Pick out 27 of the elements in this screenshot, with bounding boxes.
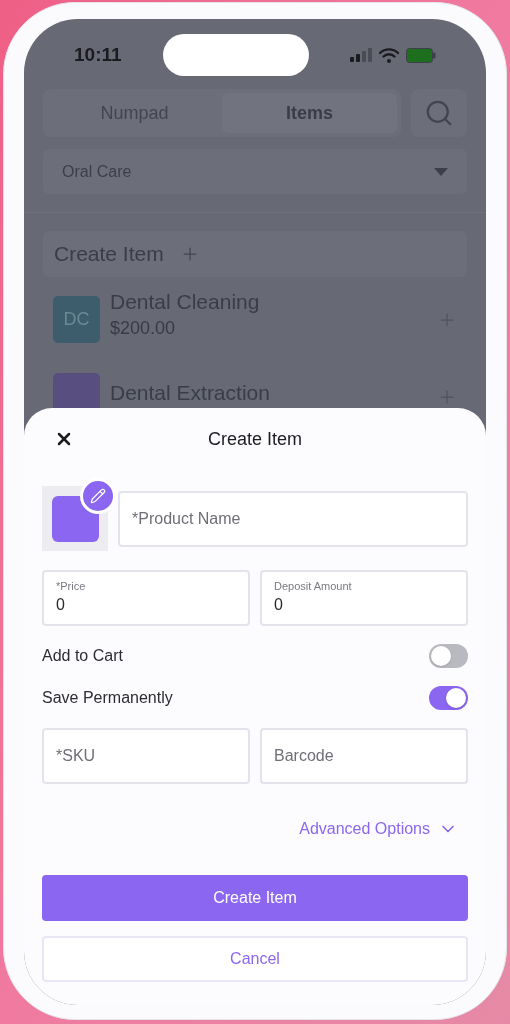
product-name-field[interactable]: *Product Name (118, 490, 468, 547)
advanced-options-toggle[interactable]: Advanced Options (299, 817, 458, 841)
toggle-label: Save Permanently (42, 688, 173, 708)
cancel-button[interactable]: Cancel (42, 936, 468, 982)
field-value: 0 (56, 595, 66, 615)
amount-field[interactable]: *Price 0 (42, 570, 250, 626)
create-item-button[interactable]: Create Item (42, 875, 468, 921)
toggle-switch[interactable] (429, 644, 468, 668)
field-label: Deposit Amount (274, 579, 353, 593)
battery-icon (406, 47, 436, 63)
tab[interactable]: Items (222, 93, 397, 133)
dropdown-caret-icon (434, 167, 448, 176)
code-field[interactable]: Barcode (260, 728, 468, 784)
amount-field[interactable]: Deposit Amount 0 (260, 570, 468, 626)
edit-badge[interactable] (80, 478, 116, 514)
sheet-title: Create Item (207, 427, 302, 451)
status-time: 10:11 (74, 42, 122, 67)
field-label: *Price (56, 579, 87, 593)
pencil-icon (90, 488, 106, 504)
search-icon (424, 98, 454, 128)
toggle-label: Add to Cart (42, 646, 123, 666)
field-value: 0 (274, 595, 284, 615)
signal-icon (350, 48, 372, 62)
wifi-icon (379, 47, 399, 63)
image-picker[interactable] (42, 478, 116, 551)
toggle-switch[interactable] (429, 686, 468, 710)
code-field[interactable]: *SKU (42, 728, 250, 784)
